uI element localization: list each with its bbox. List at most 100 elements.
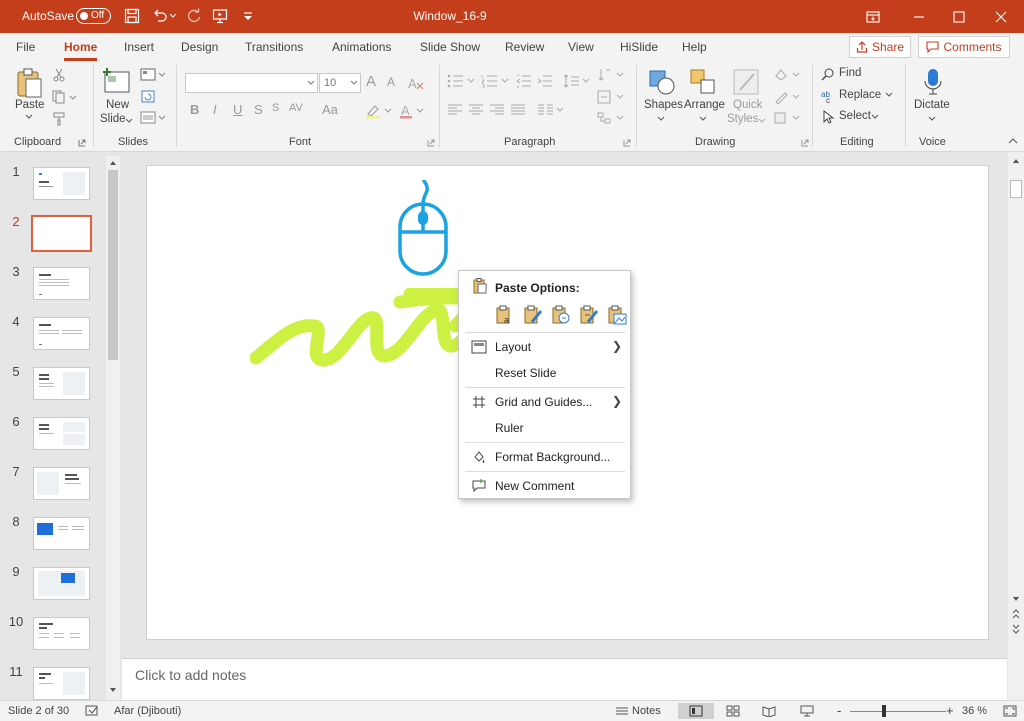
menu-item-ruler[interactable]: Ruler — [459, 415, 630, 441]
paste-icon[interactable] — [14, 67, 44, 101]
paste-use-destination-theme-icon[interactable]: a — [494, 304, 516, 326]
section-icon[interactable] — [139, 110, 167, 126]
align-right-icon[interactable] — [488, 102, 506, 118]
slide-show-icon[interactable] — [798, 703, 816, 719]
tab-slide-show[interactable]: Slide Show — [420, 40, 480, 54]
shapes-icon[interactable] — [646, 67, 678, 97]
menu-item-new-comment[interactable]: New Comment — [459, 473, 630, 499]
cut-icon[interactable] — [50, 66, 68, 84]
character-spacing-button[interactable]: AV — [289, 102, 303, 114]
comments-button[interactable]: Comments — [918, 36, 1010, 58]
slide-thumbnail[interactable] — [33, 367, 90, 400]
shape-outline-icon[interactable] — [772, 89, 802, 105]
dictate-dropdown-icon[interactable] — [927, 115, 937, 123]
tab-transitions[interactable]: Transitions — [245, 40, 303, 54]
underline-button[interactable]: U — [233, 102, 242, 117]
slide-thumbnail[interactable] — [33, 567, 90, 600]
slide-thumbnail[interactable] — [33, 317, 90, 350]
bold-button[interactable]: B — [190, 102, 199, 117]
increase-indent-icon[interactable] — [536, 73, 554, 89]
new-slide-icon[interactable] — [103, 67, 131, 95]
clipboard-launcher-icon[interactable] — [77, 138, 87, 148]
new-slide-dropdown-icon[interactable] — [124, 117, 134, 125]
language[interactable]: Afar (Djibouti) — [114, 705, 181, 717]
tab-design[interactable]: Design — [181, 40, 218, 54]
arrange-dropdown-icon[interactable] — [698, 115, 708, 123]
scrollbar-thumb[interactable] — [108, 170, 118, 360]
slide-thumbnail[interactable] — [33, 167, 90, 200]
italic-button[interactable]: I — [213, 102, 217, 117]
reading-view-icon[interactable] — [760, 703, 778, 719]
tab-help[interactable]: Help — [682, 40, 707, 54]
accessibility-icon[interactable] — [84, 703, 100, 719]
slide-thumbnail[interactable] — [33, 267, 90, 300]
font-size-dropdown-icon[interactable] — [349, 79, 359, 87]
format-painter-icon[interactable] — [50, 110, 68, 128]
replace-icon[interactable]: ab c — [820, 88, 836, 104]
normal-view-icon[interactable] — [678, 703, 714, 719]
tab-insert[interactable]: Insert — [124, 40, 154, 54]
paste-label[interactable]: Paste — [15, 99, 44, 111]
zoom-slider[interactable] — [850, 711, 946, 712]
drawing-launcher-icon[interactable] — [800, 138, 810, 148]
tab-home[interactable]: Home — [64, 40, 98, 61]
menu-item-grid-and-guides[interactable]: Grid and Guides... ❯ — [459, 389, 630, 415]
slide-thumbnail[interactable] — [33, 467, 90, 500]
font-color-icon[interactable]: A — [398, 102, 428, 120]
menu-item-reset-slide[interactable]: Reset Slide — [459, 360, 630, 386]
notes-button-label[interactable]: Notes — [632, 705, 661, 717]
scroll-down-icon[interactable] — [108, 685, 118, 695]
copy-icon[interactable] — [50, 88, 78, 106]
replace-label[interactable]: Replace — [839, 89, 881, 101]
align-text-icon[interactable] — [596, 89, 626, 105]
notes-pane[interactable]: Click to add notes — [122, 658, 1007, 700]
shape-fill-icon[interactable] — [772, 67, 802, 83]
justify-icon[interactable] — [509, 102, 527, 118]
shapes-label[interactable]: Shapes — [644, 99, 683, 111]
zoom-slider-thumb[interactable] — [882, 705, 886, 717]
find-label[interactable]: Find — [839, 67, 861, 79]
close-icon[interactable] — [978, 0, 1024, 33]
scroll-up-icon[interactable] — [1010, 155, 1022, 167]
new-slide-label-2[interactable]: Slide — [100, 113, 126, 125]
tab-view[interactable]: View — [568, 40, 594, 54]
slide-thumbnail[interactable] — [33, 417, 90, 450]
microphone-icon[interactable] — [918, 66, 948, 98]
paste-embed-icon[interactable] — [550, 304, 572, 326]
bullets-icon[interactable] — [446, 73, 478, 89]
collapse-ribbon-icon[interactable] — [1006, 135, 1020, 147]
tab-review[interactable]: Review — [505, 40, 544, 54]
paste-dropdown-icon[interactable] — [24, 113, 34, 121]
previous-slide-icon[interactable] — [1010, 608, 1022, 620]
arrange-icon[interactable] — [688, 67, 718, 97]
menu-item-layout[interactable]: Layout ❯ — [459, 334, 630, 360]
tab-hislide[interactable]: HiSlide — [620, 40, 658, 54]
zoom-in-button[interactable]: + — [946, 703, 954, 718]
slide-thumbnail[interactable] — [33, 617, 90, 650]
shadow-button[interactable]: S — [272, 102, 279, 114]
slide-thumbnail-selected[interactable] — [31, 215, 92, 252]
layout-icon[interactable] — [139, 67, 167, 83]
paste-keep-source-formatting-icon[interactable] — [522, 304, 544, 326]
font-family-dropdown-icon[interactable] — [306, 79, 316, 87]
tab-file[interactable]: File — [16, 40, 35, 54]
ribbon-display-icon[interactable] — [850, 0, 896, 33]
scrollbar-thumb[interactable] — [1010, 180, 1022, 198]
grow-font-button[interactable]: A — [366, 73, 376, 90]
select-icon[interactable] — [820, 109, 836, 125]
text-direction-icon[interactable] — [596, 67, 626, 83]
select-label[interactable]: Select — [839, 110, 871, 122]
tab-animations[interactable]: Animations — [332, 40, 391, 54]
line-spacing-icon[interactable] — [562, 73, 592, 89]
quick-styles-icon[interactable] — [731, 67, 763, 97]
shape-effects-icon[interactable] — [772, 110, 802, 126]
quick-styles-dropdown-icon[interactable] — [757, 117, 767, 125]
reset-icon[interactable] — [139, 89, 157, 105]
align-center-icon[interactable] — [467, 102, 485, 118]
numbering-icon[interactable] — [480, 73, 512, 89]
columns-icon[interactable] — [536, 102, 566, 118]
dictate-label[interactable]: Dictate — [914, 99, 950, 111]
zoom-level[interactable]: 36 % — [962, 705, 987, 717]
replace-dropdown-icon[interactable] — [884, 91, 894, 99]
font-family-combo[interactable] — [185, 73, 318, 93]
